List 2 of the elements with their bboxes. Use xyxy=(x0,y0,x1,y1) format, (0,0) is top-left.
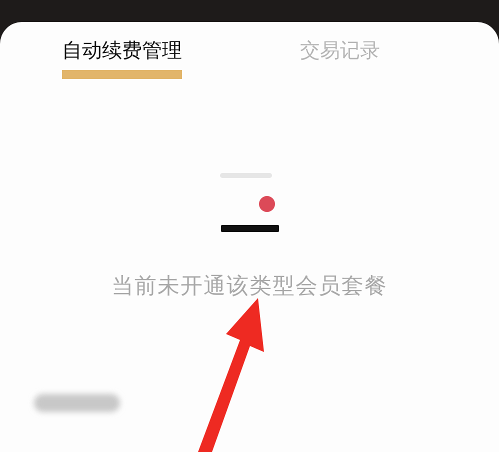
empty-message: 当前未开通该类型会员套餐 xyxy=(110,273,388,301)
tab[interactable]: 自动续费管理 xyxy=(62,36,182,79)
